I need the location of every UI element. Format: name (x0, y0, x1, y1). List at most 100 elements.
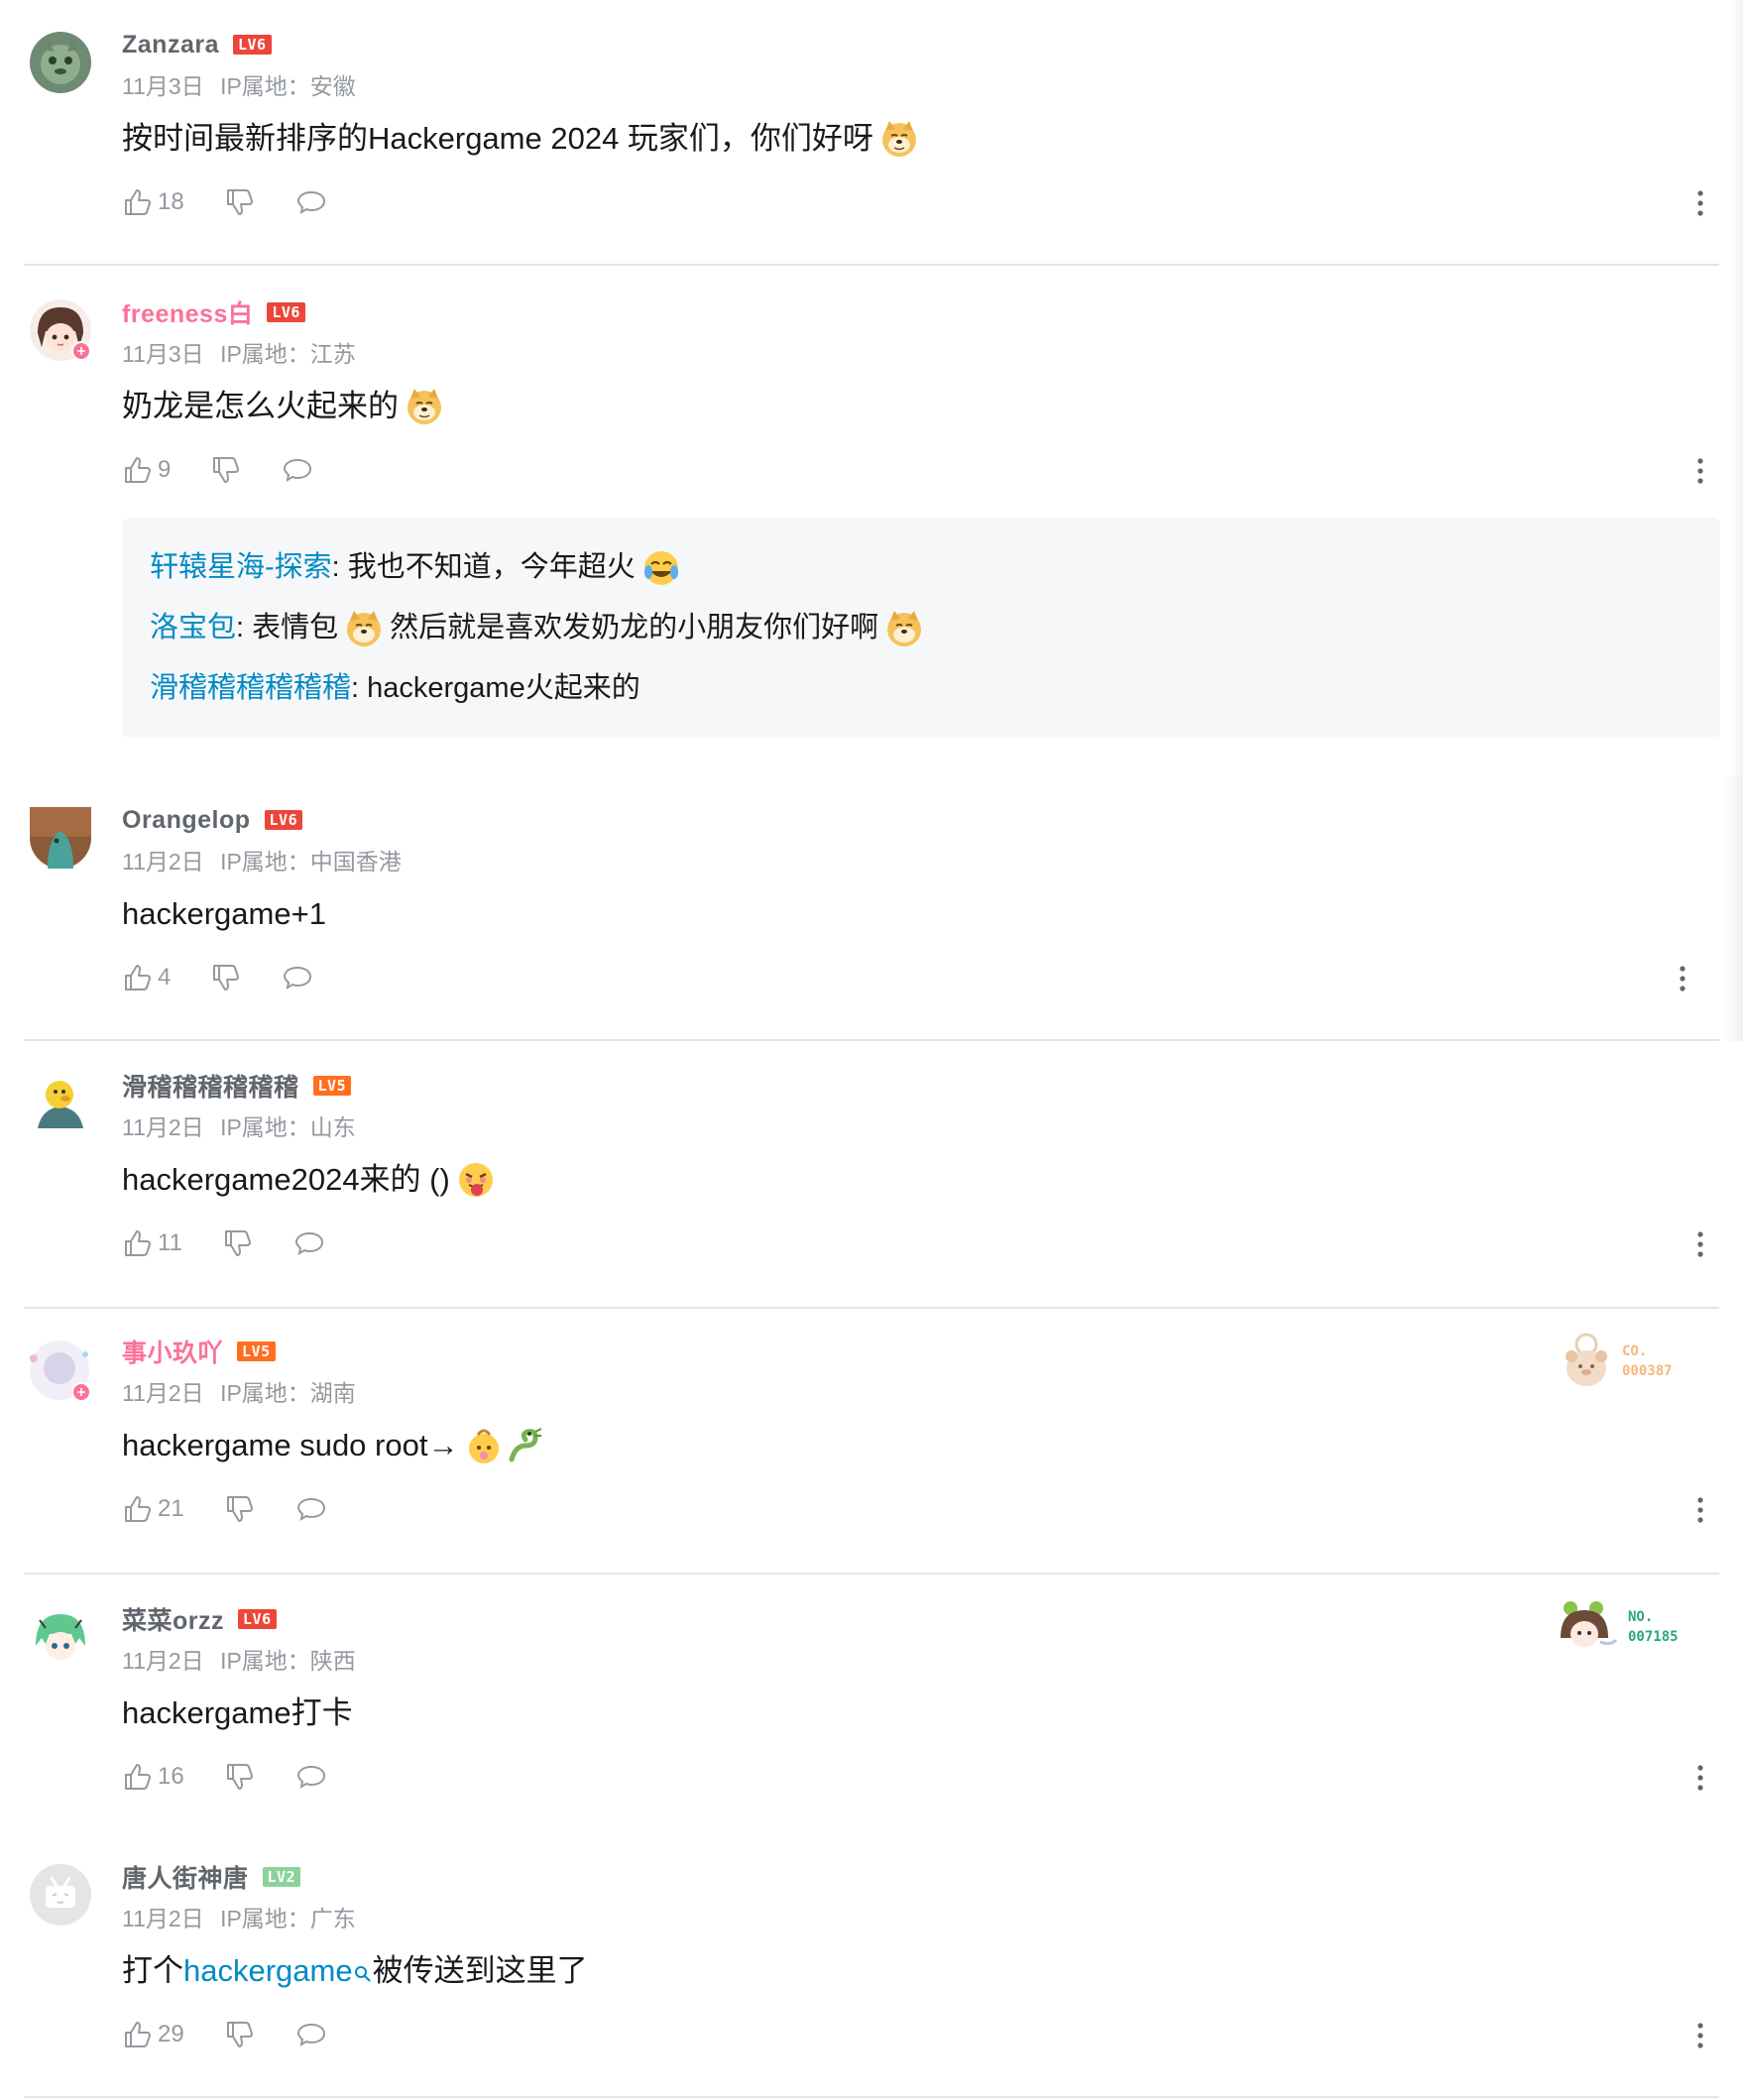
search-link[interactable]: hackergame (183, 1949, 353, 1993)
comment-body: 按时间最新排序的Hackergame 2024 玩家们，你们好呀 (122, 121, 873, 156)
more-menu-icon[interactable] (1695, 2021, 1705, 2050)
comment-body: hackergame打卡 (122, 1695, 353, 1730)
divider (24, 264, 1719, 266)
sub-reply: 洛宝包 : 表情包 然后就是喜欢发奶龙的小朋友你们好啊 (150, 598, 1692, 658)
comment-item: 唐人街神唐 LV2 11月2日 IP属地：广东 打个 hackergame 被传… (0, 1832, 1743, 2100)
username[interactable]: Orangelop (122, 806, 251, 835)
comment-item: 滑稽稽稽稽稽稽 LV5 11月2日 IP属地：山东 hackergame2024… (0, 1041, 1743, 1309)
search-icon[interactable] (353, 1952, 373, 1982)
level-badge: LV6 (238, 1609, 277, 1629)
like-button[interactable]: 29 (122, 2019, 184, 2050)
reply-text: : 我也不知道，今年超火 (331, 551, 636, 583)
sub-reply: 滑稽稽稽稽稽稽 : hackergame火起来的 (150, 658, 1692, 719)
thumbs-down-icon (226, 189, 253, 215)
comment-meta: 11月2日 IP属地：山东 (122, 1108, 366, 1142)
reply-button[interactable] (282, 962, 313, 993)
more-menu-icon[interactable] (1695, 1495, 1705, 1525)
comment-text: hackergame sudo root→ (122, 1424, 545, 1467)
comment-text: hackergame+1 (122, 892, 326, 936)
reply-username[interactable]: 洛宝包 (150, 598, 236, 658)
comment-body: 打个 (122, 1953, 183, 1988)
comment-text: 打个 hackergame 被传送到这里了 (122, 1949, 588, 1993)
comment-bubble-icon (284, 966, 312, 991)
reply-button[interactable] (295, 186, 327, 218)
comment-item: 事小玖吖 LV5 11月2日 IP属地：湖南 CO. 000387 hacker… (0, 1307, 1743, 1575)
more-menu-icon[interactable] (1695, 188, 1705, 218)
more-menu-icon[interactable] (1678, 964, 1687, 993)
badge-number: 007185 (1628, 1629, 1679, 1645)
reply-text: : hackergame火起来的 (351, 672, 640, 704)
ip-location: IP属地：山东 (220, 1114, 356, 1140)
comment-bubble-icon (284, 458, 312, 483)
fan-badge[interactable]: NO. 007185 (1557, 1598, 1679, 1656)
comment-meta: 11月2日 IP属地：陕西 (122, 1642, 366, 1676)
avatar[interactable] (24, 1335, 95, 1406)
like-count: 11 (158, 1229, 182, 1256)
comment-date: 11月2日 (122, 1648, 204, 1674)
ip-location: IP属地：江苏 (220, 341, 356, 367)
doge-emoji (405, 387, 444, 426)
reply-button[interactable] (282, 454, 313, 486)
avatar[interactable] (30, 1073, 91, 1134)
more-menu-icon[interactable] (1695, 1229, 1705, 1259)
dislike-button[interactable] (210, 454, 242, 486)
thumbs-down-icon (213, 457, 240, 483)
avatar[interactable] (30, 807, 91, 869)
comment-text: hackergame打卡 (122, 1692, 353, 1735)
like-button[interactable]: 21 (122, 1493, 184, 1525)
username[interactable]: 菜菜orzz (122, 1601, 224, 1637)
comment-date: 11月2日 (122, 1114, 204, 1140)
more-menu-icon[interactable] (1695, 1763, 1705, 1793)
more-menu-icon[interactable] (1695, 456, 1705, 486)
username[interactable]: 滑稽稽稽稽稽稽 (122, 1068, 299, 1104)
level-badge: LV6 (232, 35, 272, 55)
comment-item: freeness白 LV6 11月3日 IP属地：江苏 奶龙是怎么火起来的 9 (0, 268, 1743, 773)
comment-body: hackergame2024来的 () (122, 1162, 450, 1197)
reply-button[interactable] (295, 2019, 327, 2050)
like-count: 16 (158, 1763, 184, 1790)
comment-meta: 11月3日 IP属地：江苏 (122, 335, 366, 369)
comment-bubble-icon (296, 1497, 325, 1522)
username[interactable]: 唐人街神唐 (122, 1859, 249, 1895)
comment-date: 11月2日 (122, 849, 204, 875)
reply-username[interactable]: 滑稽稽稽稽稽稽 (150, 658, 351, 719)
dislike-button[interactable] (210, 962, 242, 993)
badge-prefix: CO. (1622, 1343, 1648, 1359)
username[interactable]: freeness白 (122, 294, 253, 330)
reply-button[interactable] (293, 1227, 325, 1259)
comment-bubble-icon (296, 1765, 325, 1790)
comment-item: Orangelop LV6 11月2日 IP属地：中国香港 hackergame… (0, 775, 1743, 1041)
dislike-button[interactable] (222, 1227, 254, 1259)
like-button[interactable]: 4 (122, 962, 171, 993)
avatar[interactable] (30, 1864, 91, 1925)
like-button[interactable]: 18 (122, 186, 184, 218)
dislike-button[interactable] (224, 2019, 256, 2050)
avatar[interactable] (30, 1606, 91, 1668)
dislike-button[interactable] (224, 1493, 256, 1525)
level-badge: LV5 (312, 1076, 352, 1096)
like-button[interactable]: 16 (122, 1761, 184, 1793)
like-button[interactable]: 11 (122, 1227, 182, 1259)
fan-badge[interactable]: CO. 000387 (1559, 1331, 1673, 1392)
avatar[interactable] (30, 299, 91, 361)
comment-list: Zanzara LV6 11月3日 IP属地：安徽 按时间最新排序的Hacker… (0, 0, 1743, 2100)
character-badge-icon (1561, 1601, 1618, 1647)
comment-date: 11月3日 (122, 341, 204, 367)
reply-username[interactable]: 轩辕星海-探索 (150, 537, 332, 598)
like-count: 4 (158, 964, 172, 991)
ip-location: IP属地：陕西 (220, 1648, 356, 1674)
thumbs-up-icon (125, 965, 151, 991)
comment-meta: 11月3日 IP属地：安徽 (122, 67, 366, 101)
avatar[interactable] (30, 32, 91, 93)
dragon-emoji (506, 1426, 545, 1465)
dislike-button[interactable] (224, 1761, 256, 1793)
dislike-button[interactable] (224, 186, 256, 218)
like-count: 29 (158, 2021, 184, 2047)
username[interactable]: Zanzara (122, 31, 219, 59)
username[interactable]: 事小玖吖 (122, 1334, 223, 1369)
like-button[interactable]: 9 (122, 454, 171, 486)
reply-button[interactable] (295, 1761, 327, 1793)
like-count: 9 (158, 456, 172, 483)
sub-reply-box: 轩辕星海-探索 : 我也不知道，今年超火 洛宝包 : 表情包 然后就是喜欢发奶龙… (122, 518, 1720, 738)
reply-button[interactable] (295, 1493, 327, 1525)
